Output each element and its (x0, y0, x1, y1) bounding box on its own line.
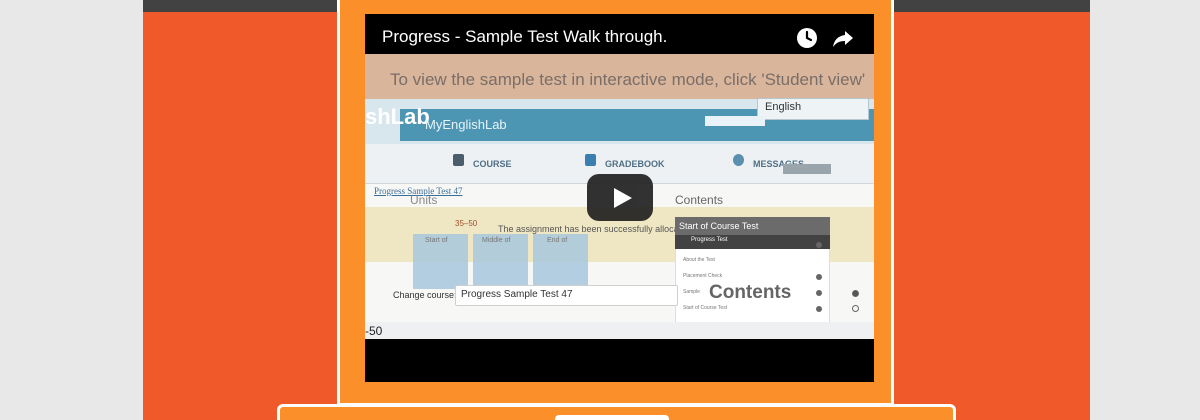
tile-start-label: Start of (425, 237, 448, 244)
score-range: 35–50 (455, 219, 478, 228)
panel-row: Sample (683, 289, 700, 295)
gradebook-icon (585, 154, 596, 166)
panel-row: Placement Check (683, 273, 723, 279)
banner-text: To view the sample test in interactive m… (390, 70, 866, 89)
play-icon (614, 188, 632, 208)
video-player[interactable]: Progress - Sample Test Walk through. To … (365, 14, 874, 382)
assignment-message: The assignment has been successfully all… (498, 224, 682, 234)
contents-heading: Contents (675, 193, 724, 207)
bottom-strip (365, 322, 874, 339)
tile-middle-label: Middle of (482, 237, 511, 244)
row-dot (816, 306, 822, 312)
tile-end-label: End of (547, 237, 568, 244)
nav-gradebook: GRADEBOOK (605, 159, 665, 169)
logo-text: shLab (365, 104, 430, 129)
range-number: -50 (365, 324, 383, 338)
row-dot (816, 274, 822, 280)
play-button[interactable] (587, 174, 653, 221)
language-field (705, 116, 765, 126)
panel-row: About the Test (683, 257, 715, 263)
radio-unselected (852, 305, 859, 312)
row-dot (816, 242, 822, 248)
logo-subtext: MyEnglishLab (425, 117, 507, 132)
row-dot (816, 290, 822, 296)
language-text: English (765, 101, 802, 113)
lower-tab[interactable] (555, 415, 669, 420)
nav-course: COURSE (473, 159, 512, 169)
course-select-value: Progress Sample Test 47 (461, 289, 573, 300)
radio-selected (852, 290, 859, 297)
page-background: Progress - Sample Test Walk through. To … (143, 0, 1090, 420)
panel-row: Start of Course Test (683, 305, 728, 311)
change-course-label: Change course: (393, 290, 457, 300)
share-icon[interactable] (831, 26, 855, 50)
lower-panel (277, 404, 956, 420)
video-frame: Progress - Sample Test Walk through. To … (337, 0, 894, 406)
clock-icon[interactable] (795, 26, 819, 50)
video-title[interactable]: Progress - Sample Test Walk through. (382, 27, 667, 47)
panel-subtitle: Progress Test (691, 237, 728, 243)
contents-overlay: Contents (709, 282, 792, 303)
units-heading: Units (410, 193, 438, 207)
course-icon (453, 154, 464, 166)
panel-title: Start of Course Test (679, 221, 759, 231)
messages-icon (733, 154, 744, 166)
student-view-button (783, 164, 831, 174)
